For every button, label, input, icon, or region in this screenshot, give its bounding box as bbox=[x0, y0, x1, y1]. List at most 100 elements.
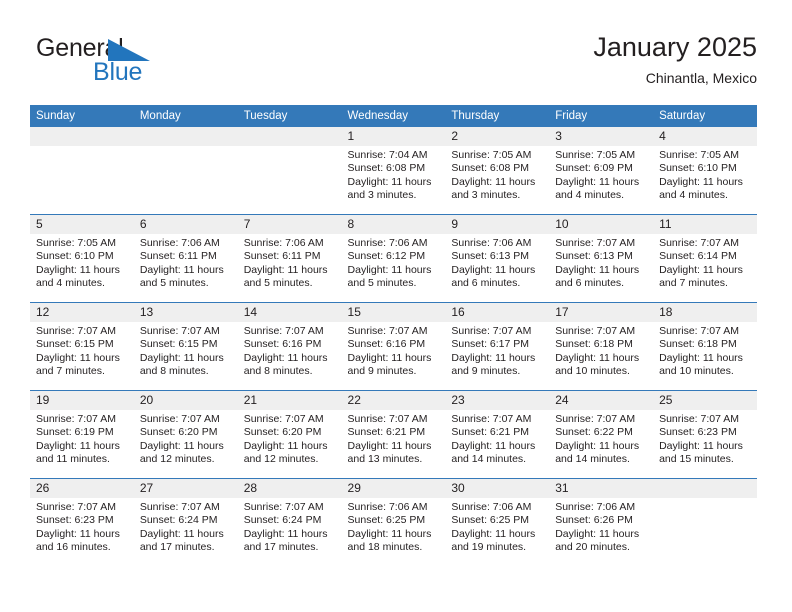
sunrise-text: Sunrise: 7:06 AM bbox=[139, 237, 220, 249]
sunset-text: Sunset: 6:17 PM bbox=[451, 338, 530, 351]
day-details: Sunrise: 7:07 AM Sunset: 6:22 PM Daylight:… bbox=[549, 410, 653, 466]
daylight-text-line2: and 14 minutes. bbox=[451, 452, 527, 465]
day-details: Sunrise: 7:06 AM Sunset: 6:25 PM Daylight:… bbox=[445, 498, 549, 554]
sunset-text: Sunset: 6:26 PM bbox=[555, 514, 633, 527]
general-blue-logo[interactable]: General Blue bbox=[36, 34, 236, 92]
day-number: 4 bbox=[653, 127, 757, 146]
calendar-day-cell[interactable]: 13 Sunrise: 7:07 AM Sunset: 6:15 PM Dayligh… bbox=[133, 303, 238, 390]
sunset-text: Sunset: 6:24 PM bbox=[243, 514, 322, 527]
calendar-day-cell[interactable]: 23 Sunrise: 7:07 AM Sunset: 6:21 PM Dayligh… bbox=[445, 391, 550, 478]
day-number: 26 bbox=[30, 479, 134, 498]
calendar-day-cell[interactable]: 7 Sunrise: 7:06 AM Sunset: 6:11 PM Daylight… bbox=[237, 215, 342, 302]
calendar-day-cell[interactable]: 29 Sunrise: 7:06 AM Sunset: 6:25 PM Dayligh… bbox=[341, 479, 446, 566]
calendar-day-cell[interactable]: 2 Sunrise: 7:05 AM Sunset: 6:08 PM Daylight… bbox=[445, 127, 550, 214]
daylight-text-line2: and 5 minutes. bbox=[139, 276, 209, 289]
day-number: 1 bbox=[341, 127, 446, 146]
sunset-text: Sunset: 6:23 PM bbox=[659, 426, 737, 439]
day-number: 27 bbox=[133, 479, 238, 498]
calendar-day-cell[interactable]: 27 Sunrise: 7:07 AM Sunset: 6:24 PM Dayligh… bbox=[133, 479, 238, 566]
sunset-text: Sunset: 6:25 PM bbox=[451, 514, 530, 527]
day-number bbox=[30, 127, 134, 146]
calendar-day-cell[interactable]: 16 Sunrise: 7:07 AM Sunset: 6:17 PM Dayligh… bbox=[445, 303, 550, 390]
day-number: 19 bbox=[30, 391, 134, 410]
day-number bbox=[133, 127, 238, 146]
calendar-day-cell[interactable]: 6 Sunrise: 7:06 AM Sunset: 6:11 PM Daylight… bbox=[133, 215, 238, 302]
sunset-text: Sunset: 6:12 PM bbox=[347, 250, 426, 263]
sunset-text: Sunset: 6:18 PM bbox=[659, 338, 737, 351]
calendar-week-row: 12 Sunrise: 7:07 AM Sunset: 6:15 PM Dayligh… bbox=[30, 302, 757, 391]
calendar-day-cell[interactable]: 21 Sunrise: 7:07 AM Sunset: 6:20 PM Dayligh… bbox=[237, 391, 342, 478]
sunrise-text: Sunrise: 7:05 AM bbox=[555, 149, 636, 161]
daylight-text-line1: Daylight: 11 hours bbox=[139, 527, 224, 540]
calendar-day-cell[interactable]: 4 Sunrise: 7:05 AM Sunset: 6:10 PM Daylight… bbox=[653, 127, 757, 214]
daylight-text-line1: Daylight: 11 hours bbox=[139, 263, 224, 276]
calendar-day-cell[interactable]: 1 Sunrise: 7:04 AM Sunset: 6:08 PM Daylight… bbox=[341, 127, 446, 214]
calendar-day-cell[interactable]: 14 Sunrise: 7:07 AM Sunset: 6:16 PM Dayligh… bbox=[237, 303, 342, 390]
daylight-text-line2: and 4 minutes. bbox=[555, 188, 625, 201]
sunrise-text: Sunrise: 7:06 AM bbox=[451, 237, 532, 249]
calendar-day-cell[interactable]: 10 Sunrise: 7:07 AM Sunset: 6:13 PM Dayligh… bbox=[549, 215, 654, 302]
day-details: Sunrise: 7:07 AM Sunset: 6:21 PM Daylight:… bbox=[445, 410, 549, 466]
day-details: Sunrise: 7:07 AM Sunset: 6:21 PM Daylight:… bbox=[342, 410, 446, 466]
calendar-day-cell[interactable]: 8 Sunrise: 7:06 AM Sunset: 6:12 PM Daylight… bbox=[341, 215, 446, 302]
day-details: Sunrise: 7:06 AM Sunset: 6:11 PM Daylight:… bbox=[238, 234, 342, 290]
sunrise-text: Sunrise: 7:04 AM bbox=[347, 149, 428, 161]
daylight-text-line1: Daylight: 11 hours bbox=[451, 175, 536, 188]
daylight-text-line1: Daylight: 11 hours bbox=[659, 439, 743, 452]
daylight-text-line2: and 18 minutes. bbox=[347, 540, 423, 553]
day-number bbox=[653, 479, 757, 498]
calendar-day-cell[interactable]: 9 Sunrise: 7:06 AM Sunset: 6:13 PM Daylight… bbox=[445, 215, 550, 302]
calendar-day-cell[interactable]: 22 Sunrise: 7:07 AM Sunset: 6:21 PM Dayligh… bbox=[341, 391, 446, 478]
daylight-text-line1: Daylight: 11 hours bbox=[451, 263, 536, 276]
calendar-day-cell[interactable]: 12 Sunrise: 7:07 AM Sunset: 6:15 PM Dayligh… bbox=[30, 303, 134, 390]
sunrise-text: Sunrise: 7:07 AM bbox=[451, 413, 532, 425]
daylight-text-line1: Daylight: 11 hours bbox=[347, 439, 432, 452]
daylight-text-line2: and 5 minutes. bbox=[347, 276, 417, 289]
sunset-text: Sunset: 6:13 PM bbox=[451, 250, 530, 263]
day-number: 22 bbox=[341, 391, 446, 410]
daylight-text-line2: and 12 minutes. bbox=[243, 452, 319, 465]
sunrise-text: Sunrise: 7:07 AM bbox=[659, 237, 740, 249]
day-details: Sunrise: 7:07 AM Sunset: 6:23 PM Daylight:… bbox=[653, 410, 757, 466]
daylight-text-line2: and 6 minutes. bbox=[451, 276, 521, 289]
day-number: 31 bbox=[549, 479, 654, 498]
daylight-text-line2: and 8 minutes. bbox=[139, 364, 209, 377]
sunset-text: Sunset: 6:18 PM bbox=[555, 338, 633, 351]
calendar-day-cell[interactable]: 20 Sunrise: 7:07 AM Sunset: 6:20 PM Dayligh… bbox=[133, 391, 238, 478]
sunrise-text: Sunrise: 7:07 AM bbox=[659, 413, 740, 425]
calendar-week-row: 5 Sunrise: 7:05 AM Sunset: 6:10 PM Daylight… bbox=[30, 214, 757, 303]
calendar-day-cell[interactable]: 25 Sunrise: 7:07 AM Sunset: 6:23 PM Dayligh… bbox=[653, 391, 757, 478]
day-number bbox=[237, 127, 342, 146]
weekday-header-wednesday: Wednesday bbox=[341, 105, 446, 127]
calendar-day-cell[interactable]: 11 Sunrise: 7:07 AM Sunset: 6:14 PM Dayligh… bbox=[653, 215, 757, 302]
daylight-text-line1: Daylight: 11 hours bbox=[347, 527, 432, 540]
sunrise-text: Sunrise: 7:07 AM bbox=[139, 413, 220, 425]
weekday-header-friday: Friday bbox=[549, 105, 654, 127]
calendar-day-cell[interactable]: 5 Sunrise: 7:05 AM Sunset: 6:10 PM Daylight… bbox=[30, 215, 134, 302]
day-details: Sunrise: 7:06 AM Sunset: 6:13 PM Daylight:… bbox=[445, 234, 549, 290]
daylight-text-line1: Daylight: 11 hours bbox=[451, 527, 536, 540]
calendar-day-cell[interactable]: 28 Sunrise: 7:07 AM Sunset: 6:24 PM Dayligh… bbox=[237, 479, 342, 566]
calendar-day-cell[interactable]: 15 Sunrise: 7:07 AM Sunset: 6:16 PM Dayligh… bbox=[341, 303, 446, 390]
day-number: 20 bbox=[133, 391, 238, 410]
daylight-text-line1: Daylight: 11 hours bbox=[139, 439, 224, 452]
calendar-day-cell[interactable]: 26 Sunrise: 7:07 AM Sunset: 6:23 PM Dayligh… bbox=[30, 479, 134, 566]
calendar-day-cell[interactable]: 18 Sunrise: 7:07 AM Sunset: 6:18 PM Dayligh… bbox=[653, 303, 757, 390]
calendar-day-cell[interactable]: 3 Sunrise: 7:05 AM Sunset: 6:09 PM Daylight… bbox=[549, 127, 654, 214]
day-details: Sunrise: 7:07 AM Sunset: 6:17 PM Daylight:… bbox=[445, 322, 549, 378]
calendar-day-cell[interactable]: 24 Sunrise: 7:07 AM Sunset: 6:22 PM Dayligh… bbox=[549, 391, 654, 478]
calendar-table: Sunday Monday Tuesday Wednesday Thursday… bbox=[30, 105, 757, 566]
weekday-header-tuesday: Tuesday bbox=[237, 105, 342, 127]
daylight-text-line2: and 5 minutes. bbox=[243, 276, 313, 289]
calendar-day-cell[interactable]: 31 Sunrise: 7:06 AM Sunset: 6:26 PM Dayligh… bbox=[549, 479, 654, 566]
sunrise-text: Sunrise: 7:07 AM bbox=[243, 325, 324, 337]
day-details: Sunrise: 7:07 AM Sunset: 6:24 PM Daylight:… bbox=[238, 498, 342, 554]
day-number: 13 bbox=[133, 303, 238, 322]
calendar-day-cell[interactable]: 30 Sunrise: 7:06 AM Sunset: 6:25 PM Dayligh… bbox=[445, 479, 550, 566]
sunset-text: Sunset: 6:24 PM bbox=[139, 514, 218, 527]
logo-text-blue: Blue bbox=[93, 58, 143, 86]
calendar-day-cell[interactable]: 19 Sunrise: 7:07 AM Sunset: 6:19 PM Dayligh… bbox=[30, 391, 134, 478]
day-details: Sunrise: 7:07 AM Sunset: 6:15 PM Daylight:… bbox=[134, 322, 238, 378]
calendar-day-cell[interactable]: 17 Sunrise: 7:07 AM Sunset: 6:18 PM Dayligh… bbox=[549, 303, 654, 390]
daylight-text-line1: Daylight: 11 hours bbox=[451, 351, 536, 364]
